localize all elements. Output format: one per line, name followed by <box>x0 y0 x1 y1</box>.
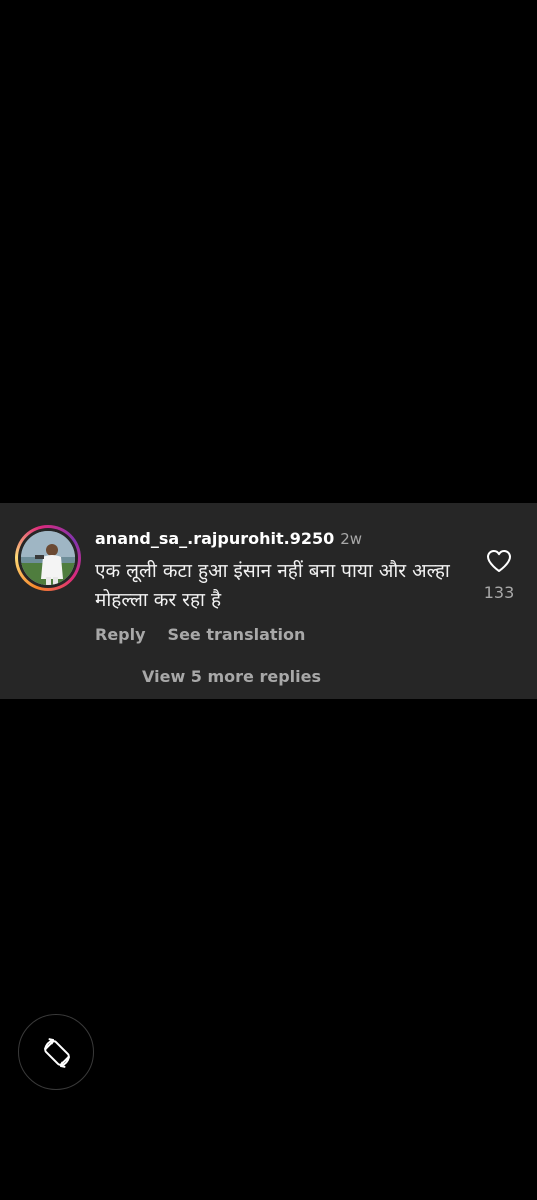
avatar-story-ring[interactable] <box>15 525 81 591</box>
view-more-replies-button[interactable]: View 5 more replies <box>142 667 321 686</box>
like-section: 133 <box>478 549 520 602</box>
reply-button[interactable]: Reply <box>95 625 146 644</box>
comment-actions: Reply See translation <box>95 625 327 644</box>
screen-rotate-icon <box>44 1038 70 1068</box>
see-translation-button[interactable]: See translation <box>168 625 306 644</box>
comment-text: एक लूली कटा हुआ इंसान नहीं बना पाया और अ… <box>95 560 450 611</box>
username[interactable]: anand_sa_.rajpurohit.9250 <box>95 529 334 548</box>
like-count: 133 <box>483 583 515 602</box>
avatar[interactable] <box>21 531 75 585</box>
comment-time: 2w <box>340 530 363 548</box>
heart-outline-icon[interactable] <box>486 549 512 573</box>
avatar-ring-gap <box>18 528 78 588</box>
avatar-photo <box>21 531 75 585</box>
comment-card: anand_sa_.rajpurohit.9250 2w एक लूली कटा … <box>0 503 537 699</box>
screen-rotate-button[interactable] <box>18 1014 94 1090</box>
comment-header: anand_sa_.rajpurohit.9250 2w <box>95 529 362 548</box>
